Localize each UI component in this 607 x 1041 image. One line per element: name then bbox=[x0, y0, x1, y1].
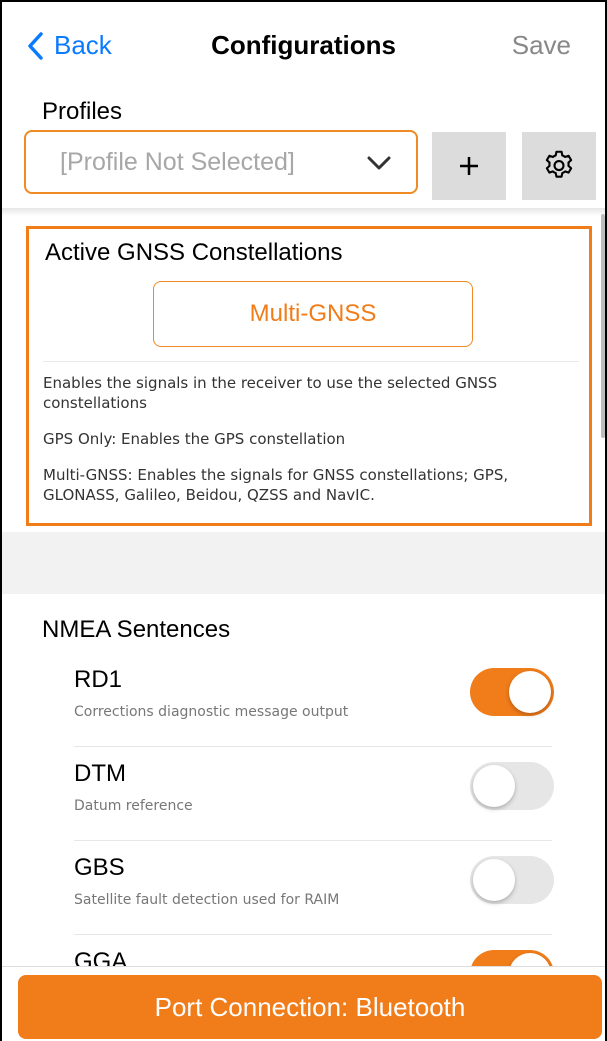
nmea-toggle-dtm[interactable] bbox=[470, 762, 554, 810]
row-separator bbox=[74, 934, 552, 935]
nmea-item-gbs: GBS Satellite fault detection used for R… bbox=[74, 854, 574, 946]
gnss-constellations-panel: Active GNSS Constellations Multi-GNSS En… bbox=[26, 226, 592, 526]
row-separator bbox=[74, 840, 552, 841]
nmea-toggle-rd1[interactable] bbox=[470, 668, 554, 716]
configurations-screen: Back Configurations Save Profiles [Profi… bbox=[0, 0, 607, 1041]
profile-dropdown[interactable]: [Profile Not Selected] bbox=[24, 130, 418, 194]
gear-icon bbox=[545, 150, 573, 178]
nmea-item-desc: Datum reference bbox=[74, 798, 193, 814]
nmea-toggle-gbs[interactable] bbox=[470, 856, 554, 904]
toggle-knob bbox=[509, 671, 551, 713]
gnss-title: Active GNSS Constellations bbox=[45, 239, 343, 266]
profile-settings-button[interactable] bbox=[522, 132, 596, 200]
profile-placeholder: [Profile Not Selected] bbox=[60, 147, 295, 176]
nmea-item-desc: Corrections diagnostic message output bbox=[74, 704, 349, 720]
navigation-bar: Back Configurations Save bbox=[2, 2, 605, 90]
nmea-item-dtm: DTM Datum reference bbox=[74, 760, 574, 852]
gnss-description-gps-only: GPS Only: Enables the GPS constellation bbox=[43, 430, 346, 448]
gnss-description-multi: Multi-GNSS: Enables the signals for GNSS… bbox=[43, 466, 509, 504]
chevron-down-icon bbox=[367, 156, 391, 170]
header-shadow bbox=[2, 208, 605, 216]
gnss-description: Enables the signals in the receiver to u… bbox=[43, 373, 583, 521]
nmea-item-desc: Satellite fault detection used for RAIM bbox=[74, 892, 340, 908]
nmea-title: NMEA Sentences bbox=[42, 616, 231, 643]
add-profile-button[interactable] bbox=[432, 132, 506, 200]
port-connection-button[interactable]: Port Connection: Bluetooth bbox=[18, 975, 602, 1039]
section-separator bbox=[2, 532, 605, 594]
chevron-left-icon bbox=[28, 31, 43, 60]
toggle-knob bbox=[473, 859, 515, 901]
nmea-item-name: RD1 bbox=[74, 666, 123, 693]
profiles-label: Profiles bbox=[42, 98, 123, 125]
back-button[interactable]: Back bbox=[26, 30, 112, 61]
back-label: Back bbox=[54, 30, 112, 60]
nmea-item-name: GBS bbox=[74, 854, 125, 881]
bottom-bar: Port Connection: Bluetooth bbox=[2, 966, 605, 1041]
gnss-description-intro: Enables the signals in the receiver to u… bbox=[43, 374, 498, 412]
nmea-item-name: DTM bbox=[74, 760, 126, 787]
row-separator bbox=[74, 746, 552, 747]
profiles-section: Profiles [Profile Not Selected] bbox=[2, 90, 605, 212]
divider bbox=[43, 361, 579, 362]
gnss-mode-button[interactable]: Multi-GNSS bbox=[153, 281, 473, 347]
toggle-knob bbox=[473, 765, 515, 807]
scrollbar[interactable] bbox=[601, 214, 605, 438]
plus-icon bbox=[460, 157, 478, 175]
nmea-item-rd1: RD1 Corrections diagnostic message outpu… bbox=[74, 666, 574, 758]
save-button[interactable]: Save bbox=[512, 30, 571, 61]
